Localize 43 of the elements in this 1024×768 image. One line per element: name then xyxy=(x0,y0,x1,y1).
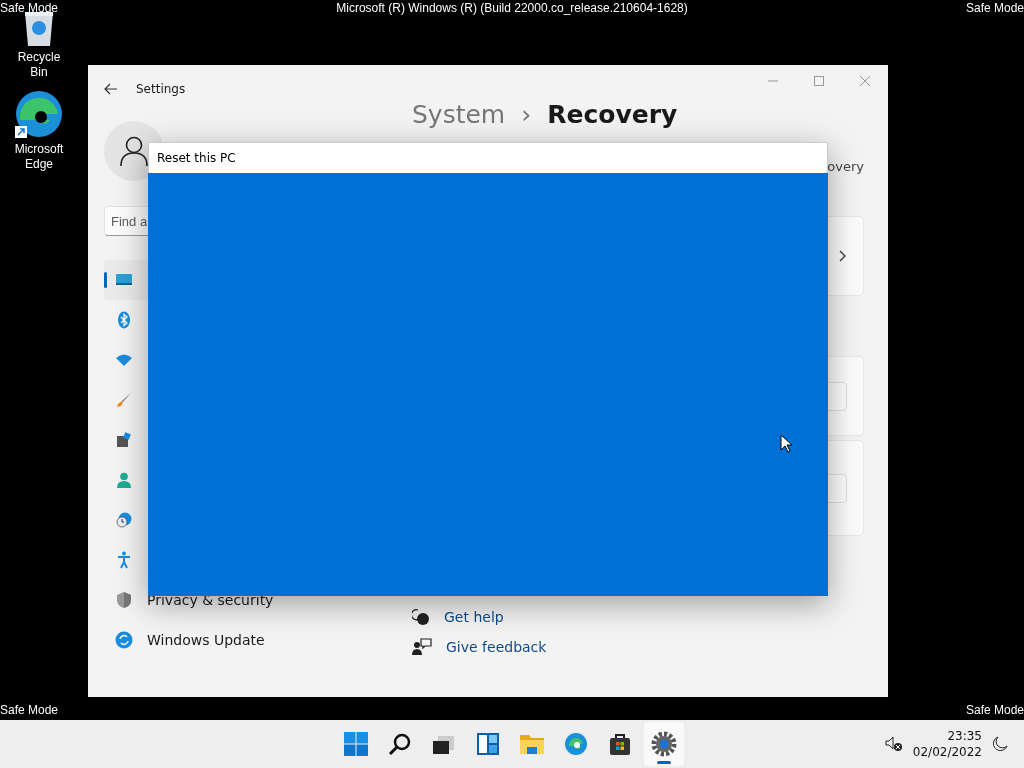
clock-globe-icon xyxy=(116,512,132,528)
help-link[interactable]: Get help xyxy=(444,609,504,625)
search-icon xyxy=(388,732,412,756)
update-icon xyxy=(115,631,133,649)
wifi-icon xyxy=(115,353,133,367)
chevron-icon xyxy=(839,250,847,262)
folder-icon xyxy=(519,732,545,756)
monitor-icon xyxy=(115,273,133,287)
widgets-icon xyxy=(476,732,500,756)
breadcrumb-separator: › xyxy=(521,99,532,131)
safe-mode-label: Safe Mode xyxy=(0,703,59,717)
page-title: Recovery xyxy=(547,99,678,131)
window-title: Settings xyxy=(136,82,186,96)
desktop-icon-label[interactable]: Recycle Bin xyxy=(8,50,70,80)
bluetooth-icon xyxy=(117,311,131,329)
muted-speaker-icon[interactable] xyxy=(884,736,903,752)
safe-mode-label: Safe Mode xyxy=(0,0,59,16)
safe-mode-label: Safe Mode xyxy=(965,0,1024,16)
build-title: Microsoft (R) Windows (R) (Build 22000.co_release.210604-1628) xyxy=(336,0,688,16)
help-link[interactable]: Give feedback xyxy=(446,639,547,655)
user-icon xyxy=(120,136,148,166)
cursor-icon xyxy=(780,434,792,453)
edge-icon xyxy=(564,732,588,756)
apps-icon xyxy=(116,432,132,448)
dialog-title: Reset this PC xyxy=(157,151,236,165)
sidebar-item[interactable]: Windows Update xyxy=(104,620,374,660)
windows-logo-icon xyxy=(344,732,368,756)
edge-shortcut-icon[interactable] xyxy=(14,90,64,140)
shield-icon xyxy=(116,591,132,609)
brush-icon xyxy=(116,392,132,408)
back-arrow-icon[interactable] xyxy=(104,83,118,95)
description-text: overy xyxy=(827,159,864,174)
person-icon xyxy=(117,472,131,488)
taskbar-button[interactable] xyxy=(644,722,684,766)
desktop-icon-label[interactable]: Microsoft Edge xyxy=(8,142,70,172)
feedback-icon xyxy=(412,638,432,656)
clock[interactable]: 23:35 02/02/2022 xyxy=(912,728,982,760)
moon-icon[interactable] xyxy=(992,736,1008,752)
store-bag-icon xyxy=(608,732,632,756)
accessibility-icon xyxy=(117,551,131,569)
settings-icon xyxy=(651,731,677,757)
breadcrumb-parent[interactable]: System xyxy=(412,99,506,131)
safe-mode-label: Safe Mode xyxy=(965,703,1024,717)
